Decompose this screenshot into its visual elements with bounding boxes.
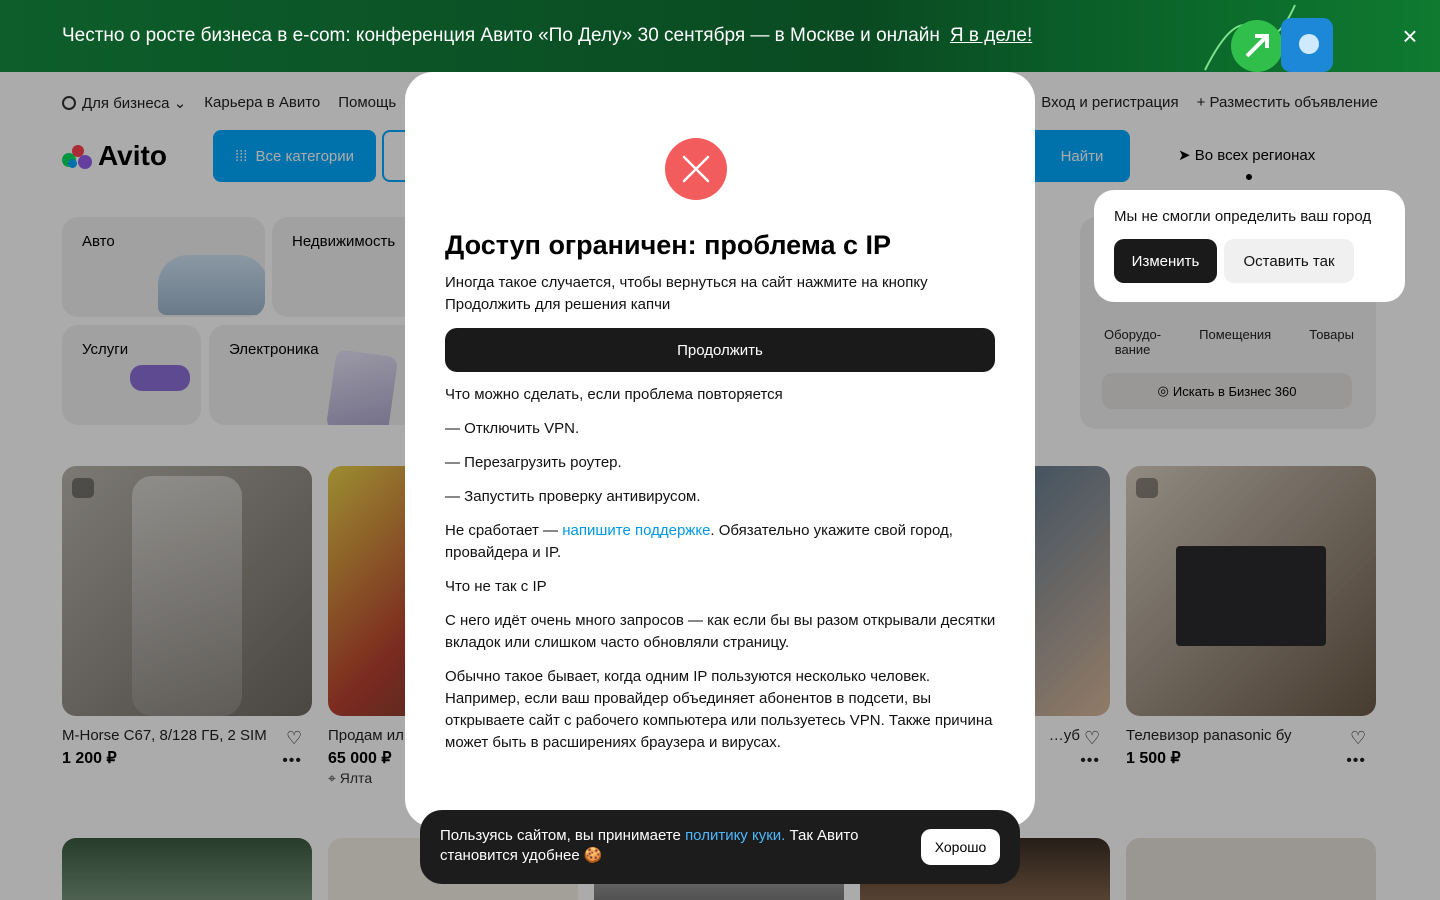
what-to-do-heading: Что можно сделать, если проблема повторя… <box>445 386 783 403</box>
whats-wrong-heading: Что не так с IP <box>445 578 547 595</box>
step-disable-vpn: — Отключить VPN. <box>445 420 580 437</box>
city-detection-popup: Мы не смогли определить ваш город Измени… <box>1094 190 1405 302</box>
modal-intro: Иногда такое случается, чтобы вернуться … <box>445 274 928 313</box>
support-link[interactable]: напишите поддержке <box>562 522 710 539</box>
access-restricted-modal: Доступ ограничен: проблема с IP Иногда т… <box>405 72 1035 827</box>
cookie-policy-link[interactable]: политику куки. <box>685 827 785 844</box>
change-city-button[interactable]: Изменить <box>1114 239 1217 283</box>
cookie-banner: Пользуясь сайтом, вы принимаете политику… <box>420 810 1020 884</box>
continue-button[interactable]: Продолжить <box>445 328 995 372</box>
cookie-ok-button[interactable]: Хорошо <box>921 829 1000 865</box>
step-antivirus: — Запустить проверку антивирусом. <box>445 488 701 505</box>
explanation-paragraph-1: С него идёт очень много запросов — как е… <box>445 612 996 651</box>
city-question: Мы не смогли определить ваш город <box>1114 208 1372 225</box>
explanation-paragraph-2: Обычно такое бывает, когда одним IP поль… <box>445 668 993 751</box>
promo-decoration-icon <box>1204 4 1333 72</box>
promo-text: Честно о росте бизнеса в e-com: конферен… <box>62 25 940 46</box>
modal-title: Доступ ограничен: проблема с IP <box>445 230 892 260</box>
promo-link[interactable]: Я в деле! <box>950 25 1032 47</box>
support-paragraph: Не сработает — напишите поддержке. Обяза… <box>445 522 953 561</box>
cookie-message: Пользуясь сайтом, вы принимаете политику… <box>440 827 859 864</box>
step-reboot-router: — Перезагрузить роутер. <box>445 454 622 471</box>
error-x-icon <box>665 138 727 200</box>
close-icon[interactable]: × <box>1398 23 1422 49</box>
keep-city-button[interactable]: Оставить так <box>1224 239 1354 283</box>
promo-banner: Честно о росте бизнеса в e-com: конферен… <box>0 0 1440 72</box>
